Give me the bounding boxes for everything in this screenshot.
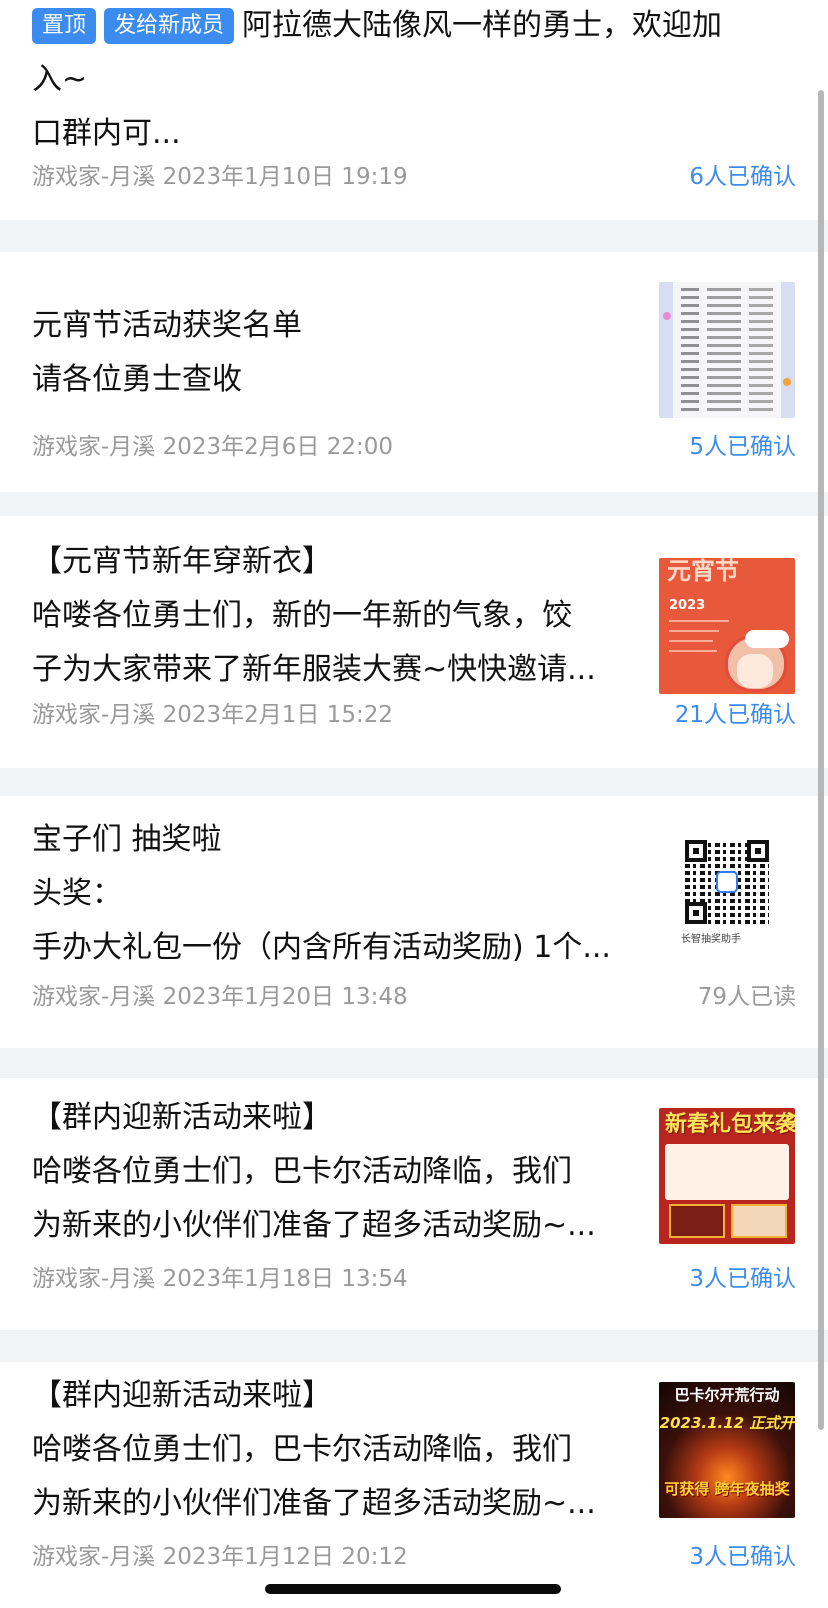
poster-year: 2023 xyxy=(669,598,706,613)
announcement-feed: 置顶 发给新成员 阿拉德大陆像风一样的勇士，欢迎加 入~ 口群内可... 游戏家-月… xyxy=(0,0,828,1608)
qr-finder xyxy=(747,840,769,862)
post-text-line: 子为大家带来了新年服装大赛~快快邀请... xyxy=(32,652,596,687)
confirm-count[interactable]: 3人已确认 xyxy=(689,1542,796,1572)
list-row xyxy=(681,296,773,299)
poster-panel xyxy=(665,1144,789,1200)
post-text-line: 哈喽各位勇士们，巴卡尔活动降临，我们 xyxy=(32,1154,572,1189)
list-row xyxy=(681,328,773,331)
post-text-line: 阿拉德大陆像风一样的勇士，欢迎加 xyxy=(242,8,723,43)
post-text-line: 请各位勇士查收 xyxy=(32,362,242,397)
confirm-count[interactable]: 3人已确认 xyxy=(689,1264,796,1294)
confirm-count[interactable]: 21人已确认 xyxy=(675,700,796,730)
post-meta: 游戏家-月溪 2023年1月12日 20:12 xyxy=(32,1544,408,1570)
post-text-line: 哈喽各位勇士们，巴卡尔活动降临，我们 xyxy=(32,1432,572,1467)
spring-gift-poster-image[interactable]: 新春礼包来袭 xyxy=(659,1108,795,1244)
list-row xyxy=(681,312,773,315)
announcement-card[interactable]: 【群内迎新活动来啦】 哈喽各位勇士们，巴卡尔活动降临，我们 为新来的小伙伴们准备… xyxy=(0,1078,828,1330)
post-text-line: 元宵节活动获奖名单 xyxy=(32,308,302,343)
announcement-card[interactable]: 置顶 发给新成员 阿拉德大陆像风一样的勇士，欢迎加 入~ 口群内可... 游戏家-月… xyxy=(0,0,828,220)
list-row xyxy=(681,344,773,347)
new-member-tag: 发给新成员 xyxy=(104,8,235,44)
list-row xyxy=(681,392,773,395)
post-meta: 游戏家-月溪 2023年2月6日 22:00 xyxy=(32,434,394,460)
poster-panel xyxy=(669,1204,725,1238)
post-text-line: 【群内迎新活动来啦】 xyxy=(32,1100,332,1135)
announcement-card[interactable]: 元宵节活动获奖名单 请各位勇士查收 游戏家-月溪 2023年2月6日 22:00… xyxy=(0,252,828,492)
qr-code-image[interactable]: 长智抽奖助手 xyxy=(659,830,795,966)
poster-text-line xyxy=(669,630,719,632)
read-count[interactable]: 79人已读 xyxy=(698,982,796,1012)
post-text-line: 【元宵节新年穿新衣】 xyxy=(32,544,332,579)
pinned-tag: 置顶 xyxy=(32,8,97,44)
list-row xyxy=(681,360,773,363)
post-text-line: 为新来的小伙伴们准备了超多活动奖励~... xyxy=(32,1486,596,1521)
post-text-line: 口群内可... xyxy=(32,116,181,151)
post-text-line: 头奖： xyxy=(32,876,122,911)
mascot-face xyxy=(737,654,773,688)
costume-poster-image[interactable]: 元宵节 2023 xyxy=(659,558,795,694)
list-row xyxy=(681,384,773,387)
bakal-raid-poster-image[interactable]: 巴卡尔开荒行动 2023.1.12 正式开 可获得 跨年夜抽奖 xyxy=(659,1382,795,1518)
announcement-card[interactable]: 【群内迎新活动来啦】 哈喽各位勇士们，巴卡尔活动降临，我们 为新来的小伙伴们准备… xyxy=(0,1362,828,1608)
list-row xyxy=(681,376,773,379)
list-row xyxy=(681,288,773,291)
post-text-line: 手办大礼包一份（内含所有活动奖励) 1个... xyxy=(32,930,611,965)
post-text-line: 入~ xyxy=(32,62,88,97)
post-meta: 游戏家-月溪 2023年2月1日 15:22 xyxy=(32,702,394,728)
post-title-line: 置顶 发给新成员 阿拉德大陆像风一样的勇士，欢迎加 xyxy=(32,6,722,46)
speech-bubble xyxy=(745,630,789,648)
post-meta: 游戏家-月溪 2023年1月18日 13:54 xyxy=(32,1266,408,1292)
home-indicator[interactable] xyxy=(265,1584,561,1594)
post-text-line: 为新来的小伙伴们准备了超多活动奖励~... xyxy=(32,1208,596,1243)
qr-logo-icon xyxy=(716,871,738,893)
confirm-count[interactable]: 5人已确认 xyxy=(689,432,796,462)
list-row xyxy=(681,408,773,411)
decoration-dot xyxy=(663,312,671,320)
post-text-line: 哈喽各位勇士们，新的一年新的气象，饺 xyxy=(32,598,572,633)
poster-text-line xyxy=(669,620,729,622)
scrollbar[interactable] xyxy=(818,90,824,1430)
list-row xyxy=(681,368,773,371)
list-row xyxy=(681,320,773,323)
post-meta: 游戏家-月溪 2023年1月10日 19:19 xyxy=(32,164,408,190)
decoration-dot xyxy=(783,378,791,386)
qr-finder xyxy=(685,902,707,924)
qr-finder xyxy=(685,840,707,862)
announcement-card[interactable]: 【元宵节新年穿新衣】 哈喽各位勇士们，新的一年新的气象，饺 子为大家带来了新年服… xyxy=(0,516,828,768)
poster-footer: 可获得 跨年夜抽奖 xyxy=(664,1480,790,1498)
poster-title: 新春礼包来袭 xyxy=(665,1112,795,1137)
poster-title: 巴卡尔开荒行动 xyxy=(674,1386,780,1404)
poster-text-line xyxy=(669,640,713,642)
poster-title: 元宵节 xyxy=(667,558,739,585)
qr-caption: 长智抽奖助手 xyxy=(681,934,741,945)
poster-text-line xyxy=(669,650,717,652)
list-row xyxy=(681,336,773,339)
list-row xyxy=(681,352,773,355)
winner-list-image[interactable] xyxy=(659,282,795,418)
post-meta: 游戏家-月溪 2023年1月20日 13:48 xyxy=(32,984,408,1010)
poster-panel xyxy=(731,1204,787,1238)
announcement-card[interactable]: 宝子们 抽奖啦 头奖： 手办大礼包一份（内含所有活动奖励) 1个... 游戏家-… xyxy=(0,796,828,1048)
list-paper xyxy=(673,282,781,418)
list-row xyxy=(681,304,773,307)
list-row xyxy=(681,400,773,403)
post-text-line: 宝子们 抽奖啦 xyxy=(32,822,222,857)
post-text-line: 【群内迎新活动来啦】 xyxy=(32,1378,332,1413)
poster-date: 2023.1.12 正式开 xyxy=(659,1414,795,1432)
confirm-count[interactable]: 6人已确认 xyxy=(689,162,796,192)
